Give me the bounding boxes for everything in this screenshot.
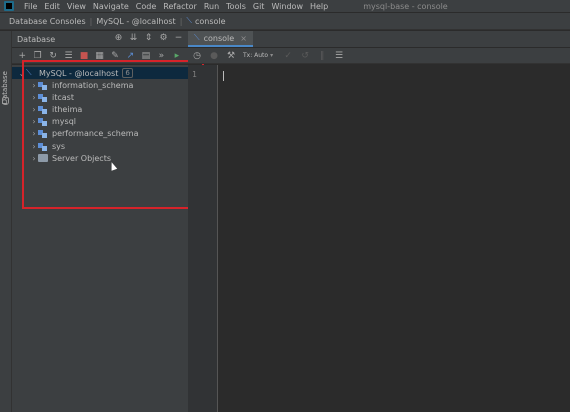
menu-refactor[interactable]: Refactor xyxy=(163,2,197,11)
pause-icon[interactable]: ‖ xyxy=(317,51,327,61)
layout-icon[interactable]: ☰ xyxy=(334,51,344,61)
collapse-icon[interactable]: ⇊ xyxy=(128,33,139,44)
menu-file[interactable]: File xyxy=(24,2,37,11)
filter-icon[interactable]: ▸ xyxy=(173,51,181,61)
sql-editor[interactable] xyxy=(219,65,570,412)
menu-window[interactable]: Window xyxy=(271,2,303,11)
menu-help[interactable]: Help xyxy=(310,2,328,11)
chevron-down-icon[interactable]: ▾ xyxy=(270,52,273,59)
tab-console[interactable]: ⟍ console × xyxy=(188,31,253,47)
editor-gutter: 1 xyxy=(188,65,218,412)
schema-icon[interactable]: ☰ xyxy=(64,51,72,61)
breadcrumb-mysql-localhost[interactable]: MySQL - @localhost xyxy=(96,17,175,26)
left-tool-stripe: Database xyxy=(0,31,12,412)
menu-git[interactable]: Git xyxy=(253,2,265,11)
commit-icon[interactable]: ✓ xyxy=(283,51,293,61)
wrench-icon[interactable]: ⚒ xyxy=(226,51,236,61)
menu-bar: File Edit View Navigate Code Refactor Ru… xyxy=(0,0,570,12)
console-icon: ⟍ xyxy=(186,16,193,25)
menu-code[interactable]: Code xyxy=(136,2,156,11)
stop-icon[interactable]: ● xyxy=(209,51,219,61)
database-panel-header: Database ⊕ ⇊ ⇕ ⚙ − xyxy=(12,31,188,47)
line-number: 1 xyxy=(192,70,197,79)
table-icon[interactable]: ▦ xyxy=(95,51,104,61)
breadcrumb-database-consoles[interactable]: Database Consoles xyxy=(9,17,86,26)
expand-icon[interactable]: ⇕ xyxy=(143,33,154,44)
breadcrumb-separator: | xyxy=(89,16,93,26)
copy-icon[interactable]: ❐ xyxy=(33,51,42,61)
menu-edit[interactable]: Edit xyxy=(44,2,60,11)
tab-console-label: console xyxy=(203,33,235,43)
stop-icon[interactable]: ■ xyxy=(80,51,89,61)
add-icon[interactable]: + xyxy=(18,51,26,61)
breadcrumb-console[interactable]: console xyxy=(195,17,226,26)
minimize-icon[interactable]: − xyxy=(173,33,184,44)
menu-view[interactable]: View xyxy=(67,2,86,11)
menu-navigate[interactable]: Navigate xyxy=(93,2,129,11)
database-panel-title: Database xyxy=(17,34,56,44)
menu-tools[interactable]: Tools xyxy=(226,2,246,11)
breadcrumb-separator: | xyxy=(179,16,183,26)
close-icon[interactable]: × xyxy=(240,34,247,43)
history-icon[interactable]: ◷ xyxy=(192,51,202,61)
console-icon: ⟍ xyxy=(194,33,200,42)
refresh-icon[interactable]: ↻ xyxy=(49,51,57,61)
jump-icon[interactable]: ↗ xyxy=(126,51,135,61)
gear-icon[interactable]: ⚙ xyxy=(158,33,169,44)
tx-mode-selector[interactable]: Tx: Auto xyxy=(243,52,268,59)
breadcrumb: Database Consoles | MySQL - @localhost |… xyxy=(0,13,570,30)
text-caret xyxy=(223,71,224,81)
window-title: mysql-base - console xyxy=(363,1,448,11)
edit-icon[interactable]: ✎ xyxy=(111,51,119,61)
database-cylinder-icon[interactable] xyxy=(2,97,9,105)
menu-run[interactable]: Run xyxy=(204,2,219,11)
more-icon[interactable]: » xyxy=(157,51,165,61)
rollback-icon[interactable]: ↺ xyxy=(300,51,310,61)
globe-icon[interactable]: ⊕ xyxy=(113,33,124,44)
highlight-annotation-box xyxy=(22,60,204,209)
query-icon[interactable]: ▤ xyxy=(142,51,151,61)
app-icon xyxy=(4,1,14,11)
editor-tab-bar: ⟍ console × xyxy=(188,31,570,47)
editor-toolbar: ◷ ● ⚒ Tx: Auto ▾ ✓ ↺ ‖ ☰ xyxy=(188,48,570,64)
